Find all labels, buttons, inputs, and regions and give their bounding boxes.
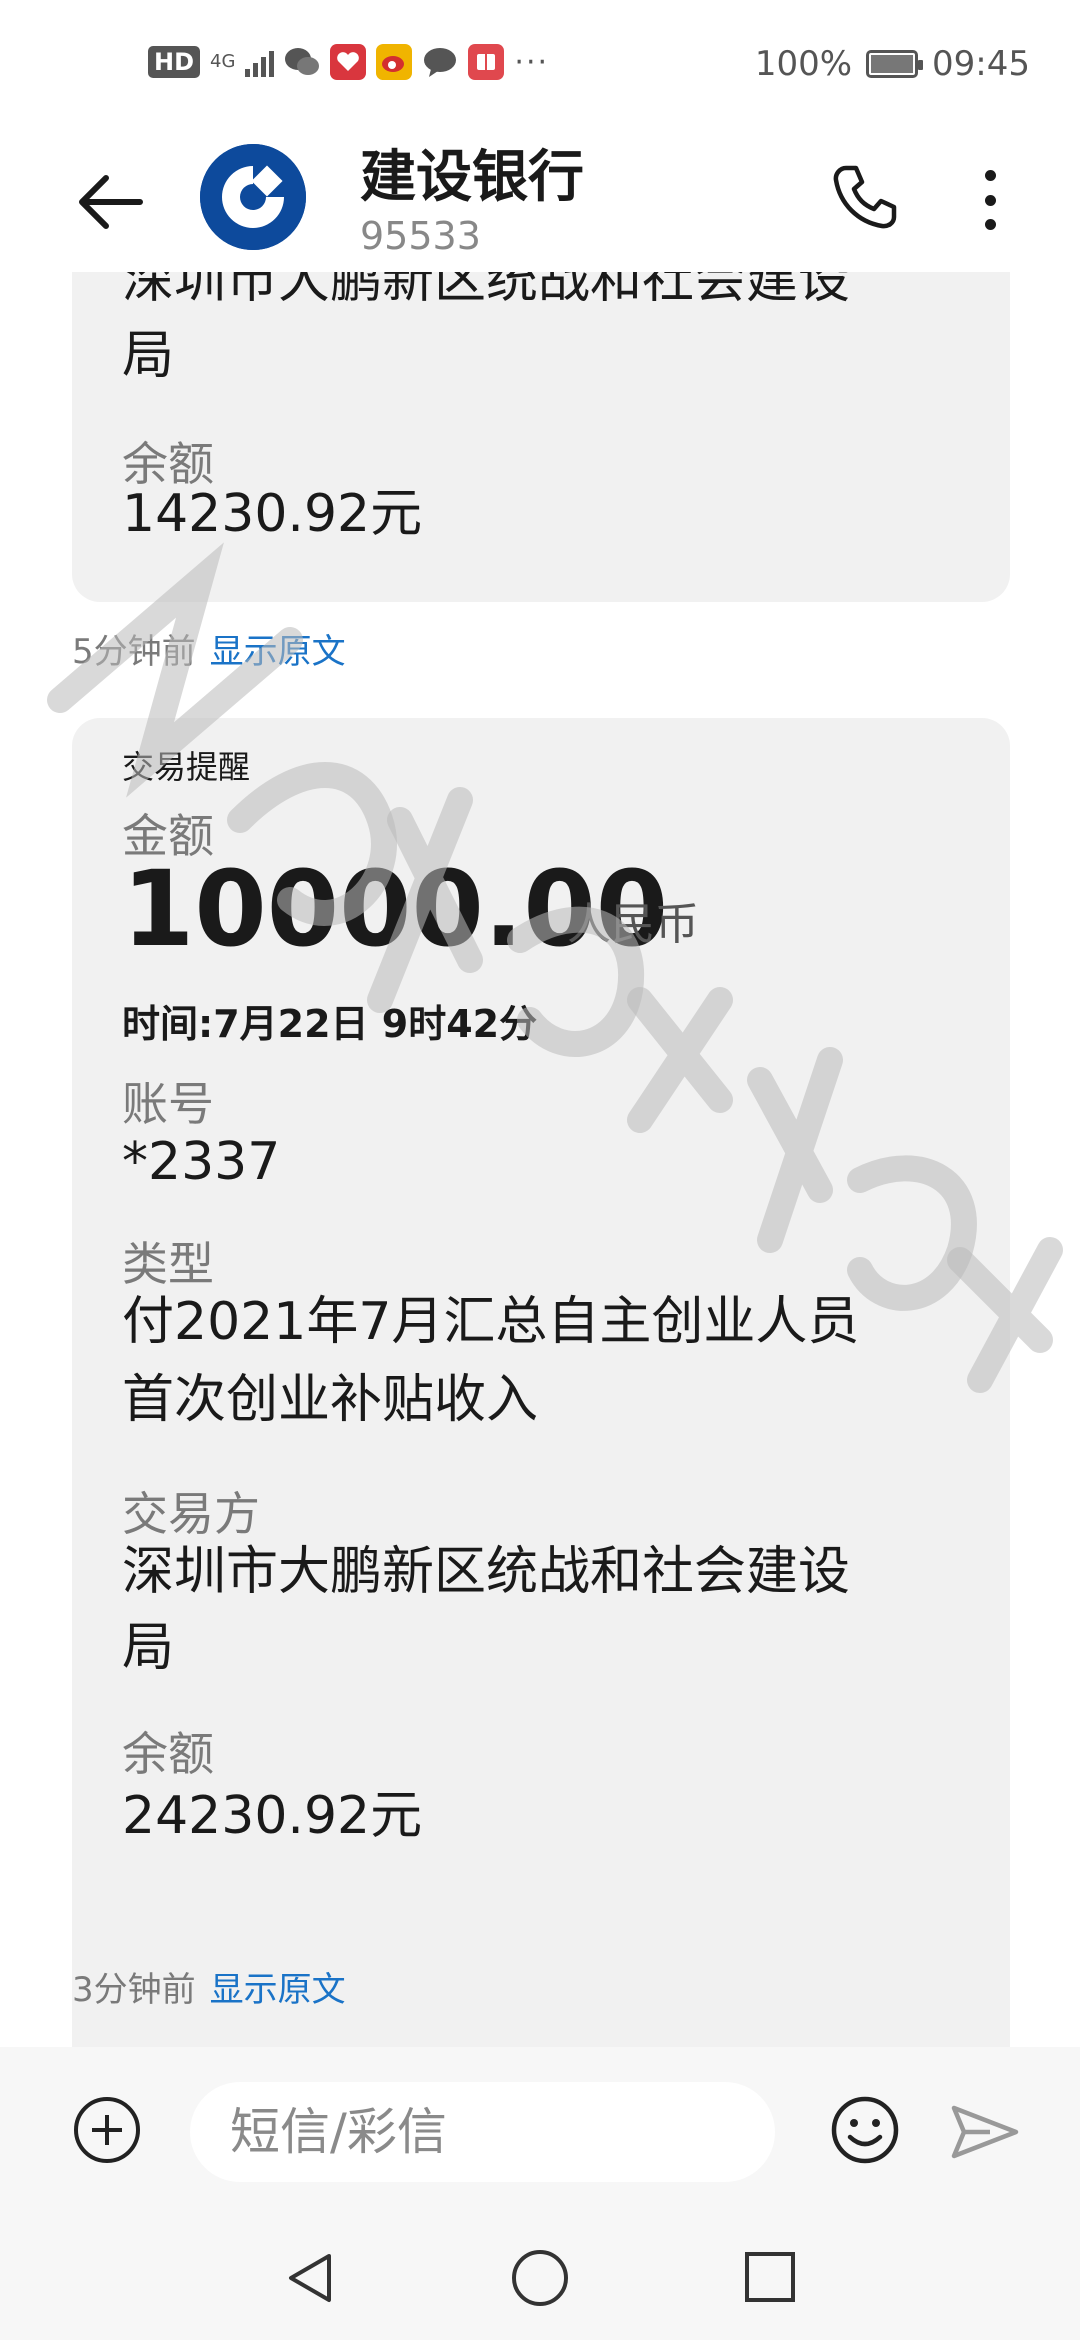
message-meta: 3分钟前 显示原文 xyxy=(72,1962,346,2011)
send-icon xyxy=(951,2105,1019,2159)
compose-bar xyxy=(0,2047,1080,2210)
signal-icon xyxy=(245,47,275,77)
party-name-line1: 深圳市大鹏新区统战和社会建设 xyxy=(122,272,851,310)
nav-home-button[interactable] xyxy=(512,2250,568,2306)
system-navigation-bar xyxy=(0,2210,1080,2340)
emoji-button[interactable] xyxy=(830,2095,900,2165)
bank-logo[interactable] xyxy=(200,144,306,250)
transaction-time: 时间:7月22日 9时42分 xyxy=(122,1002,538,1046)
taobao-icon xyxy=(330,44,367,80)
party-name-line1: 深圳市大鹏新区统战和社会建设 xyxy=(122,1542,851,1602)
battery-fill xyxy=(871,55,914,73)
add-attachment-button[interactable] xyxy=(74,2097,140,2163)
account-value: *2337 xyxy=(122,1132,281,1192)
book-app-icon xyxy=(468,44,505,80)
nav-back-button[interactable] xyxy=(285,2250,335,2306)
balance-value: 24230.92元 xyxy=(122,1786,423,1846)
message-meta: 5分钟前 显示原文 xyxy=(72,624,346,673)
hd-badge: HD xyxy=(148,46,201,78)
battery-percent: 100% xyxy=(754,44,853,84)
conversation-header: 建设银行 95533 xyxy=(0,132,1080,272)
contact-name: 建设银行 xyxy=(360,145,584,210)
call-button[interactable] xyxy=(830,162,900,232)
time-ago: 3分钟前 xyxy=(72,1970,196,2010)
message-list[interactable]: 深圳市大鹏新区统战和社会建设 局 余额 14230.92元 5分钟前 显示原文 交… xyxy=(0,272,1080,2047)
battery-icon xyxy=(866,50,924,78)
party-name-line2: 局 xyxy=(122,326,175,386)
message-bubble[interactable]: 深圳市大鹏新区统战和社会建设 局 余额 14230.92元 xyxy=(72,272,1010,602)
message-bubble[interactable]: 交易提醒 金额 10000.00 人民币 时间:7月22日 9时42分 账号 *… xyxy=(72,718,1010,2047)
more-dot-icon xyxy=(984,170,996,181)
ccb-logo-icon xyxy=(200,144,306,250)
triangle-back-icon xyxy=(289,2254,331,2302)
status-icons-right: 100% 09:45 xyxy=(755,44,1030,84)
arrow-left-icon xyxy=(79,175,143,229)
send-button[interactable] xyxy=(950,2102,1020,2162)
clock: 09:45 xyxy=(932,44,1030,84)
status-icons-left: HD 4G ··· xyxy=(148,44,549,80)
show-original-link[interactable]: 显示原文 xyxy=(210,632,346,672)
balance-value: 14230.92元 xyxy=(122,484,423,544)
weibo-icon xyxy=(376,44,413,80)
smiley-icon xyxy=(831,2096,899,2164)
currency-label: 人民币 xyxy=(567,899,699,950)
status-bar: HD 4G ··· 100% 09:45 xyxy=(0,0,1080,132)
more-options-button[interactable] xyxy=(960,160,1020,240)
balance-label: 余额 xyxy=(122,1727,214,1781)
party-name-line2: 局 xyxy=(122,1618,175,1678)
message-icon xyxy=(422,44,458,80)
more-dot-icon xyxy=(984,219,996,230)
wechat-icon xyxy=(284,44,320,80)
contact-number: 95533 xyxy=(360,214,481,258)
more-notifications-icon: ··· xyxy=(514,44,550,80)
type-value-line2: 首次创业补贴收入 xyxy=(122,1370,539,1430)
time-ago: 5分钟前 xyxy=(72,632,196,672)
nav-recents-button[interactable] xyxy=(745,2252,795,2302)
phone-icon xyxy=(833,165,897,229)
show-original-link[interactable]: 显示原文 xyxy=(210,1970,346,2010)
type-value-line1: 付2021年7月汇总自主创业人员 xyxy=(122,1292,860,1352)
message-input[interactable] xyxy=(190,2082,775,2182)
back-button[interactable] xyxy=(70,162,150,242)
network-type: 4G xyxy=(210,51,236,72)
message-tag: 交易提醒 xyxy=(122,748,251,786)
more-dot-icon xyxy=(984,194,996,206)
